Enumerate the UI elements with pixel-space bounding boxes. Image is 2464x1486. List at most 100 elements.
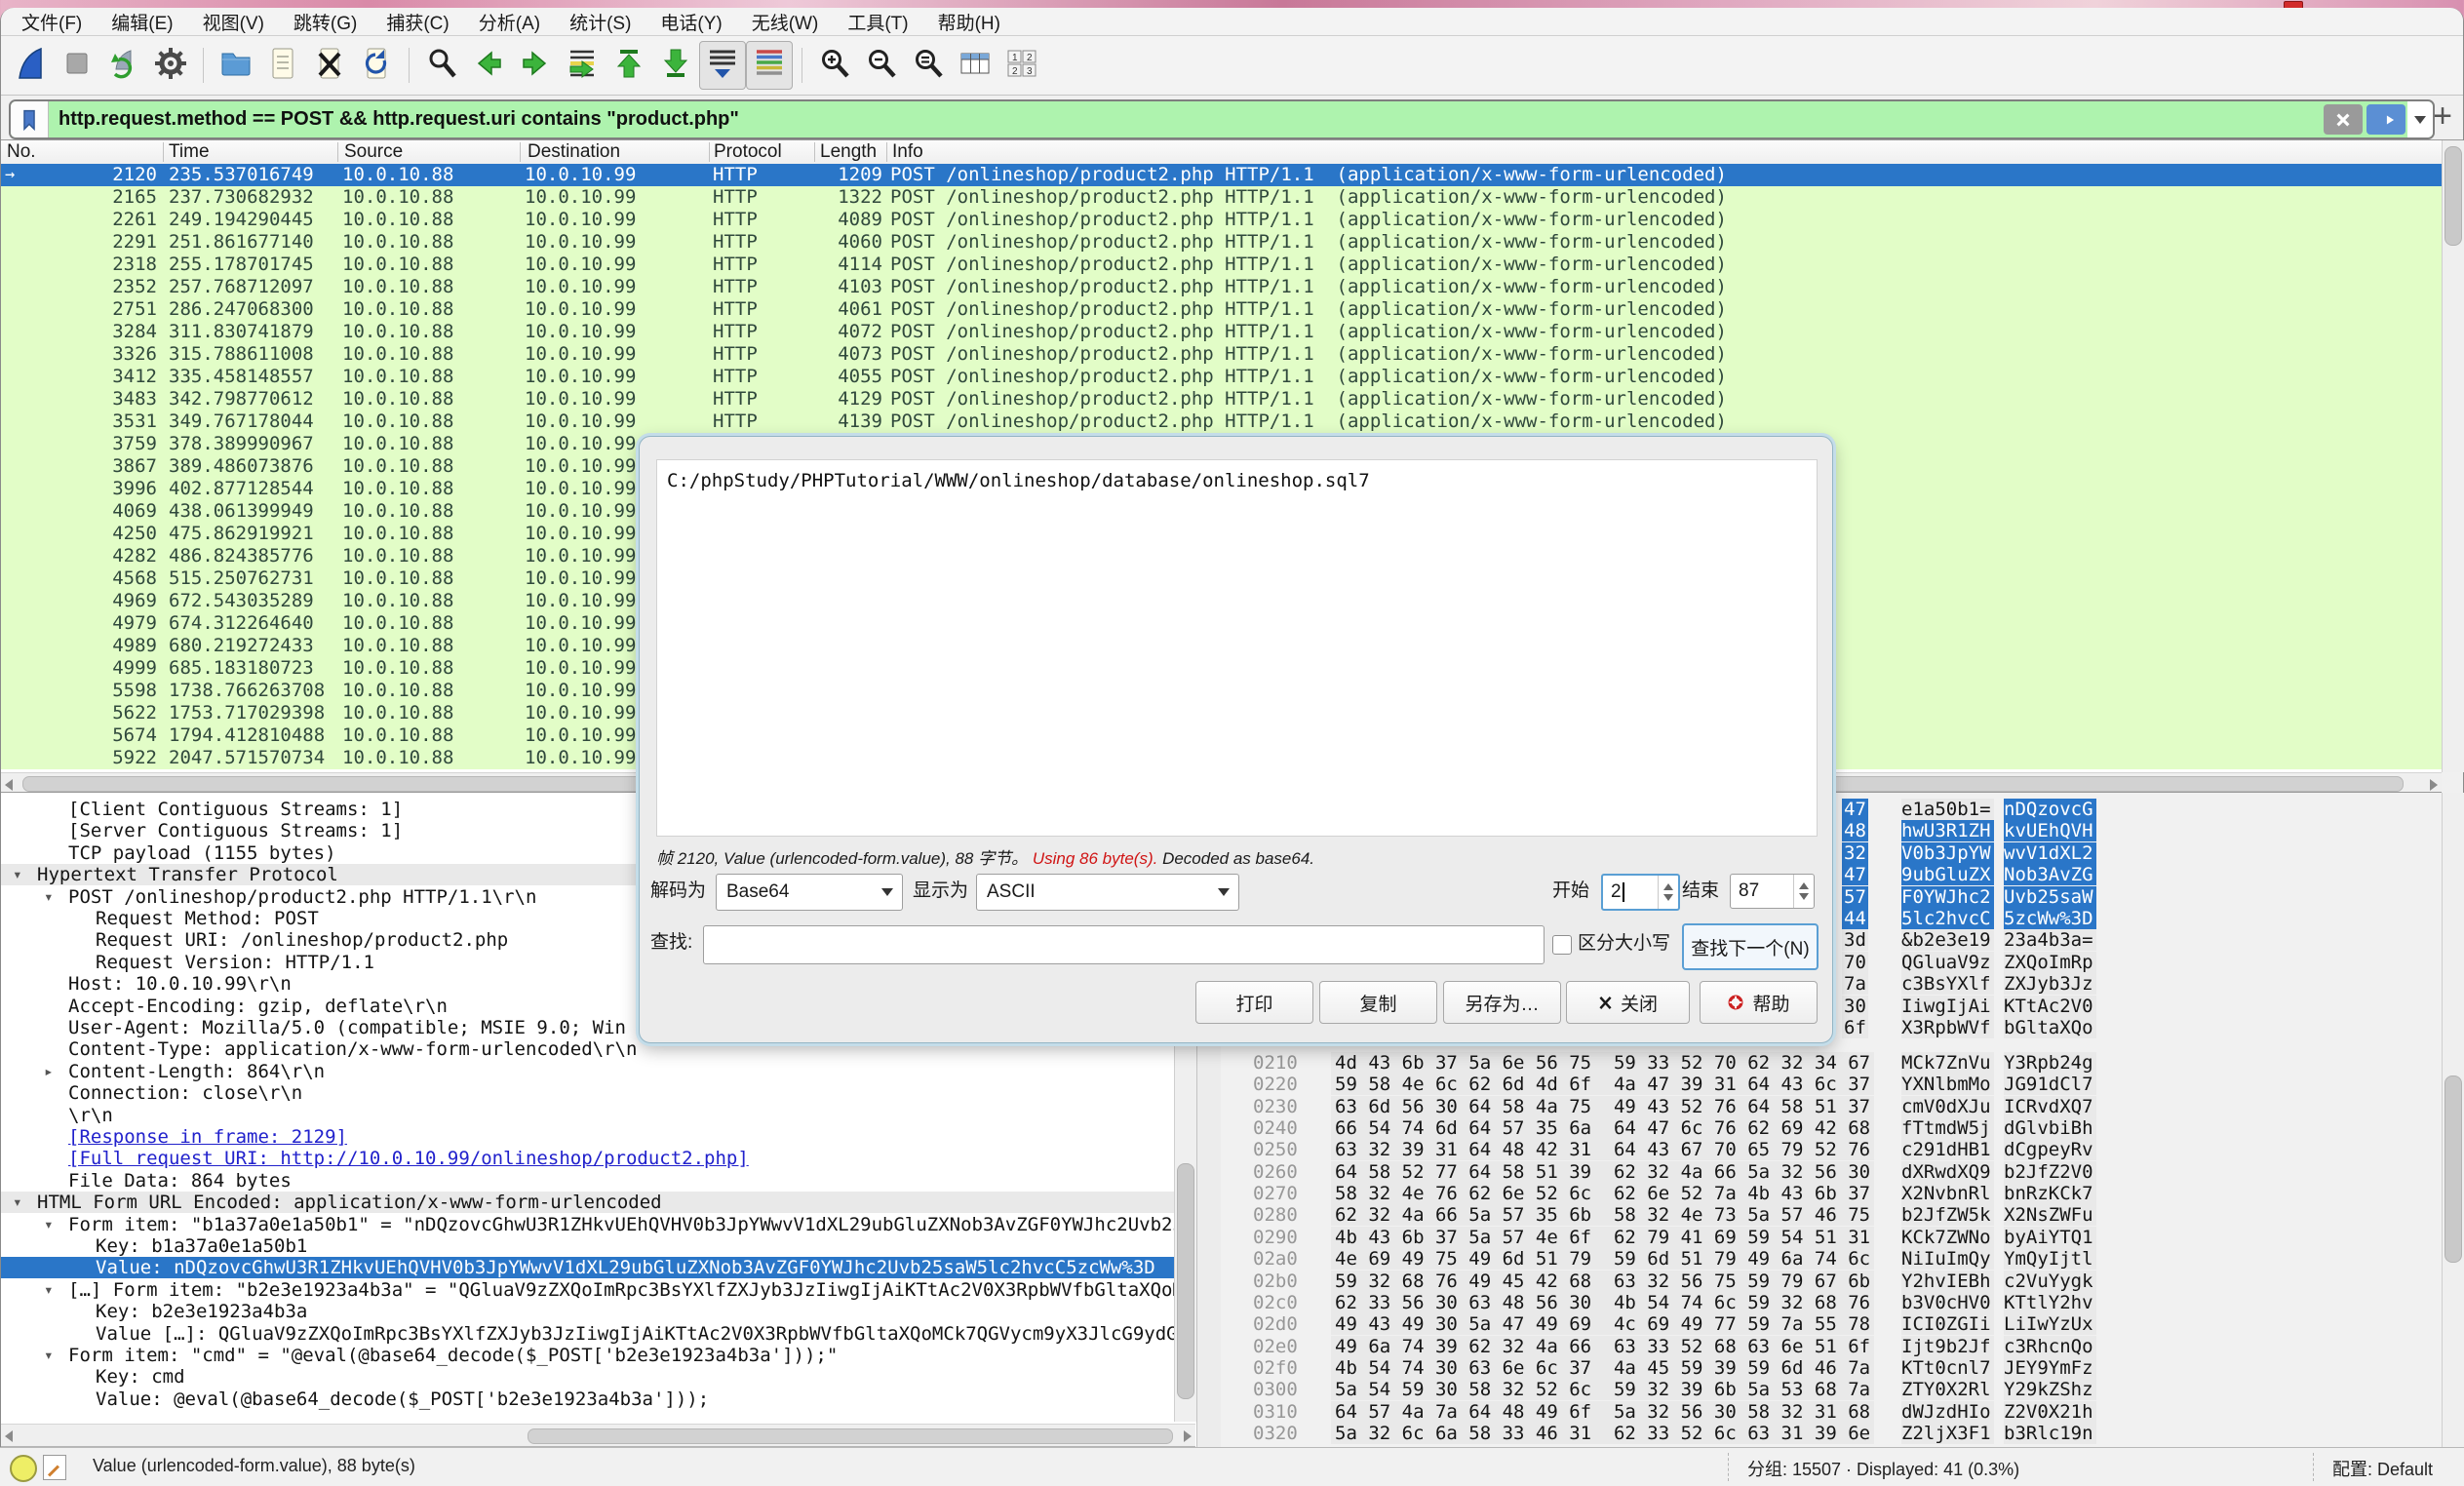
- detail-line[interactable]: [Response in frame: 2129]: [1, 1126, 1196, 1148]
- menu-item-6[interactable]: 分析(A): [464, 7, 555, 37]
- detail-line[interactable]: ▾Form item: "b1a37a0e1a50b1" = "nDQzovcG…: [1, 1214, 1196, 1235]
- detail-line[interactable]: Value […]: QGluaV9zZXQoImRpc3BsYXlfZXJyb…: [1, 1323, 1196, 1345]
- menu-item-11[interactable]: 帮助(H): [923, 7, 1015, 37]
- menu-item-1[interactable]: 文件(F): [7, 7, 97, 37]
- auto-scroll-button[interactable]: [699, 41, 746, 90]
- detail-line[interactable]: Key: b1a37a0e1a50b1: [1, 1235, 1196, 1257]
- packet-row[interactable]: 2352257.76871209710.0.10.8810.0.10.99HTT…: [1, 276, 2442, 298]
- hex-row[interactable]: 02e049 6a 74 39 62 32 4a 66 63 33 52 68 …: [1221, 1336, 2442, 1357]
- column-divider[interactable]: [163, 142, 164, 162]
- spin-arrows-icon[interactable]: [1793, 875, 1814, 908]
- column-header-destination[interactable]: Destination: [528, 140, 620, 164]
- expander-open-icon[interactable]: ▾: [13, 864, 22, 885]
- go-back-button[interactable]: [465, 41, 512, 90]
- menu-item-5[interactable]: 捕获(C): [372, 7, 463, 37]
- status-profile[interactable]: 配置: Default: [2332, 1456, 2433, 1481]
- decode-as-select[interactable]: Base64: [716, 874, 903, 911]
- zoom-out-button[interactable]: [858, 41, 905, 90]
- hex-row[interactable]: 023063 6d 56 30 64 58 4a 75 49 43 52 76 …: [1221, 1096, 2442, 1117]
- menu-item-2[interactable]: 编辑(E): [97, 7, 187, 37]
- filter-bookmark-icon[interactable]: [11, 101, 49, 137]
- go-to-packet-button[interactable]: [559, 41, 606, 90]
- packet-list-scrollbar[interactable]: [2442, 140, 2464, 772]
- restart-capture-button[interactable]: [100, 41, 147, 90]
- packet-row[interactable]: 2751286.24706830010.0.10.8810.0.10.99HTT…: [1, 298, 2442, 321]
- expert-info-icon[interactable]: [10, 1455, 37, 1482]
- detail-line[interactable]: [Full request URI: http://10.0.10.99/onl…: [1, 1148, 1196, 1169]
- column-header-source[interactable]: Source: [344, 140, 403, 164]
- packet-row[interactable]: 3531349.76717804410.0.10.8810.0.10.99HTT…: [1, 411, 2442, 433]
- detail-line[interactable]: Connection: close\r\n: [1, 1082, 1196, 1104]
- column-divider[interactable]: [520, 142, 521, 162]
- column-header-protocol[interactable]: Protocol: [714, 140, 782, 164]
- hex-row[interactable]: 02f04b 54 74 30 63 6e 6c 37 4a 45 59 39 …: [1221, 1357, 2442, 1379]
- save-as-button[interactable]: 另存为…: [1443, 981, 1561, 1024]
- packet-row[interactable]: 3326315.78861100810.0.10.8810.0.10.99HTT…: [1, 343, 2442, 366]
- detail-line[interactable]: ▾[…] Form item: "b2e3e1923a4b3a" = "QGlu…: [1, 1279, 1196, 1301]
- expander-open-icon[interactable]: ▾: [44, 1345, 54, 1366]
- zoom-in-button[interactable]: [811, 41, 858, 90]
- detail-line[interactable]: Value: @eval(@base64_decode($_POST['b2e3…: [1, 1388, 1196, 1410]
- detail-line[interactable]: ▾HTML Form URL Encoded: application/x-ww…: [1, 1192, 1196, 1213]
- go-last-button[interactable]: [652, 41, 699, 90]
- bytes-scrollbar[interactable]: [2442, 793, 2464, 1447]
- detail-line[interactable]: ▸Content-Length: 864\r\n: [1, 1061, 1196, 1082]
- spin-arrows-icon[interactable]: [1658, 876, 1678, 909]
- hex-row[interactable]: 022059 58 4e 6c 62 6d 4d 6f 4a 47 39 31 …: [1221, 1074, 2442, 1095]
- go-first-button[interactable]: [606, 41, 652, 90]
- case-sensitive-checkbox[interactable]: [1552, 935, 1572, 955]
- find-input[interactable]: [703, 925, 1545, 964]
- hex-row[interactable]: 027058 32 4e 76 62 6e 52 6c 62 6e 52 7a …: [1221, 1183, 2442, 1204]
- hex-row[interactable]: 025063 32 39 31 64 48 42 31 64 43 67 70 …: [1221, 1139, 2442, 1160]
- start-spinbox[interactable]: 2: [1601, 874, 1680, 911]
- packet-row[interactable]: 3284311.83074187910.0.10.8810.0.10.99HTT…: [1, 321, 2442, 343]
- detail-line[interactable]: File Data: 864 bytes: [1, 1170, 1196, 1192]
- expander-closed-icon[interactable]: ▸: [44, 1061, 54, 1082]
- detail-line[interactable]: Key: cmd: [1, 1366, 1196, 1388]
- find-next-button[interactable]: 查找下一个(N): [1682, 923, 1819, 970]
- stop-capture-button[interactable]: [54, 41, 100, 90]
- column-divider[interactable]: [709, 142, 710, 162]
- close-file-button[interactable]: [306, 41, 353, 90]
- expander-open-icon[interactable]: ▾: [44, 1214, 54, 1235]
- hex-row[interactable]: 024066 54 74 6d 64 57 35 6a 64 47 6c 76 …: [1221, 1117, 2442, 1139]
- print-button[interactable]: 打印: [1195, 981, 1313, 1024]
- packet-row[interactable]: 2318255.17870174510.0.10.8810.0.10.99HTT…: [1, 254, 2442, 276]
- menu-item-4[interactable]: 跳转(G): [279, 7, 372, 37]
- close-button[interactable]: 关闭: [1566, 981, 1690, 1024]
- hex-row[interactable]: 026064 58 52 77 64 58 51 39 62 32 4a 66 …: [1221, 1161, 2442, 1183]
- menu-item-7[interactable]: 统计(S): [555, 7, 645, 37]
- help-button[interactable]: 帮助: [1700, 981, 1818, 1024]
- expander-open-icon[interactable]: ▾: [44, 1279, 54, 1301]
- packet-row[interactable]: 2165237.73068293210.0.10.8810.0.10.99HTT…: [1, 186, 2442, 209]
- column-header-length[interactable]: Length: [820, 140, 877, 164]
- hex-row[interactable]: 02a04e 69 49 75 49 6d 51 79 59 6d 51 79 …: [1221, 1248, 2442, 1270]
- find-packet-button[interactable]: [418, 41, 465, 90]
- show-as-select[interactable]: ASCII: [976, 874, 1239, 911]
- detail-line[interactable]: ▾Form item: "cmd" = "@eval(@base64_decod…: [1, 1345, 1196, 1366]
- start-capture-button[interactable]: [7, 41, 54, 90]
- packet-row[interactable]: 3483342.79877061210.0.10.8810.0.10.99HTT…: [1, 388, 2442, 411]
- filter-clear-icon[interactable]: [2324, 104, 2363, 135]
- column-display-button[interactable]: 1223: [998, 41, 1045, 90]
- decoded-bytes-text[interactable]: C:/phpStudy/PHPTutorial/WWW/onlineshop/d…: [656, 459, 1818, 837]
- hex-row[interactable]: 02904b 43 6b 37 5a 57 4e 6f 62 79 41 69 …: [1221, 1227, 2442, 1248]
- detail-line[interactable]: \r\n: [1, 1105, 1196, 1126]
- hex-row[interactable]: 02b059 32 68 76 49 45 42 68 63 32 56 75 …: [1221, 1271, 2442, 1292]
- expander-open-icon[interactable]: ▾: [13, 1192, 22, 1213]
- menu-item-8[interactable]: 电话(Y): [645, 7, 736, 37]
- column-header-time[interactable]: Time: [169, 140, 210, 164]
- filter-input[interactable]: [49, 108, 2322, 131]
- column-divider[interactable]: [814, 142, 815, 162]
- filter-apply-icon[interactable]: [2366, 104, 2405, 135]
- hex-row[interactable]: 031064 57 4a 7a 64 48 49 6f 5a 32 56 30 …: [1221, 1401, 2442, 1423]
- hex-row[interactable]: 02c062 33 56 30 63 48 56 30 4b 54 74 6c …: [1221, 1292, 2442, 1313]
- menu-item-3[interactable]: 视图(V): [188, 7, 279, 37]
- open-file-button[interactable]: [213, 41, 259, 90]
- packet-row[interactable]: 2261249.19429044510.0.10.8810.0.10.99HTT…: [1, 209, 2442, 231]
- end-spinbox[interactable]: 87: [1730, 874, 1815, 909]
- packet-row[interactable]: 3412335.45814855710.0.10.8810.0.10.99HTT…: [1, 366, 2442, 388]
- capture-comment-icon[interactable]: [43, 1455, 66, 1480]
- hex-row[interactable]: 02d049 43 49 30 5a 47 49 69 4c 69 49 77 …: [1221, 1313, 2442, 1335]
- hex-row[interactable]: 02104d 43 6b 37 5a 6e 56 75 59 33 52 70 …: [1221, 1052, 2442, 1074]
